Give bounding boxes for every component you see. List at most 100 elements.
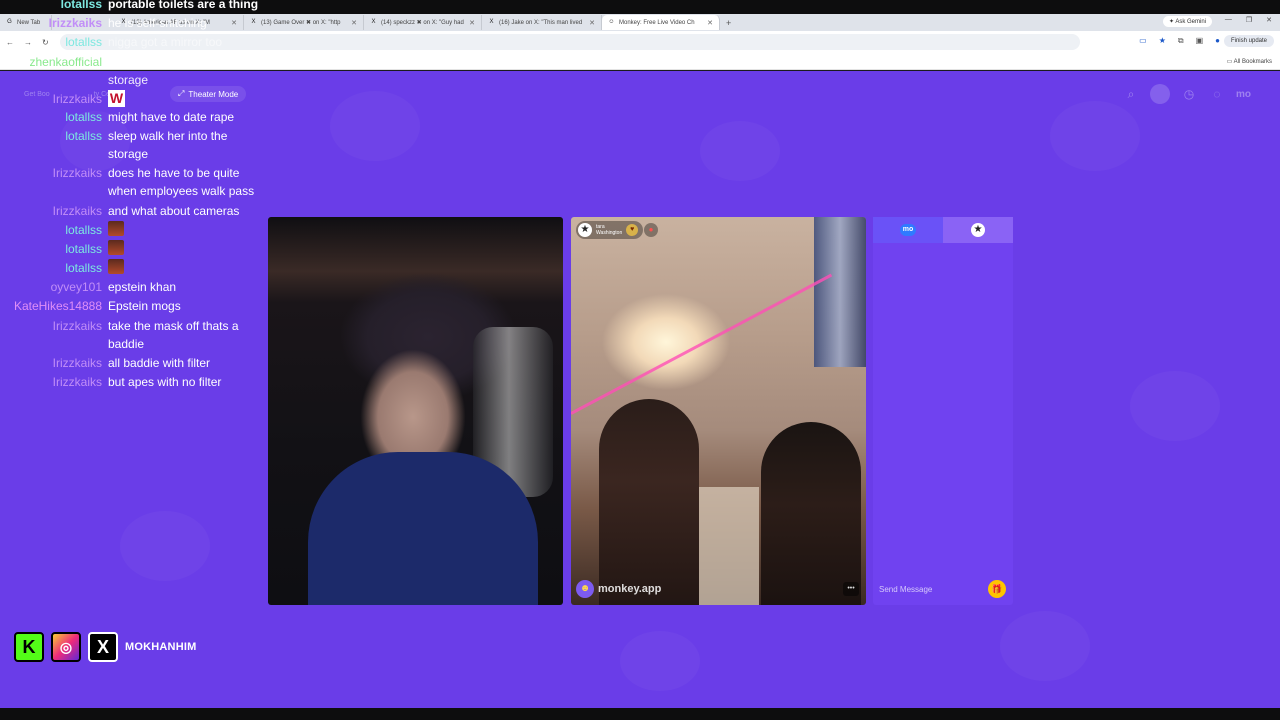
browser-tab-active[interactable]: ☺ Monkey: Free Live Video Ch ✕ bbox=[602, 15, 720, 30]
emote-image bbox=[108, 221, 124, 236]
chat-username: KateHikes14888 bbox=[13, 299, 102, 313]
close-window-icon[interactable]: ✕ bbox=[1266, 16, 1272, 24]
stranger-location: Washington bbox=[596, 230, 623, 236]
chat-username: lotallss bbox=[65, 129, 102, 143]
profile-label[interactable]: mo bbox=[1236, 89, 1251, 100]
chat-message: lotallss bbox=[0, 221, 270, 239]
close-tab-icon[interactable]: ✕ bbox=[707, 19, 713, 27]
send-message-input[interactable] bbox=[879, 584, 979, 594]
w-emote: W bbox=[108, 90, 125, 107]
chat-text: W bbox=[108, 90, 268, 108]
stranger-info: tara Washington bbox=[596, 224, 622, 236]
search-icon[interactable]: ⌕ bbox=[1122, 87, 1140, 102]
gift-icon[interactable]: 🎁 bbox=[988, 580, 1006, 598]
chat-message: oyvey101 epstein khan bbox=[0, 278, 270, 296]
chat-text: might have to date rape bbox=[108, 110, 235, 124]
ask-gemini-button[interactable]: ✦ Ask Gemini bbox=[1162, 16, 1212, 27]
instagram-logo-icon: ◎ bbox=[51, 632, 81, 662]
chat-text: and what about cameras bbox=[108, 204, 240, 218]
bookmark-star-icon[interactable]: ★ bbox=[1159, 36, 1166, 46]
stream-chat-overlay: lotallss portable toilets are a thing Ir… bbox=[0, 0, 270, 400]
chat-username: lotallss bbox=[60, 0, 102, 11]
curtain bbox=[814, 217, 866, 367]
extensions-icon[interactable]: ⧉ bbox=[1178, 36, 1184, 46]
finish-update-button[interactable]: Finish update bbox=[1223, 35, 1274, 47]
tab-title: (14) speckzz ✖ on X: "Guy had bbox=[381, 20, 464, 26]
chat-text bbox=[108, 240, 268, 260]
all-bookmarks-label: All Bookmarks bbox=[1233, 59, 1272, 65]
folder-icon: ▭ bbox=[1226, 59, 1234, 65]
star-avatar-icon: ★ bbox=[578, 223, 592, 237]
cast-icon[interactable]: ▭ bbox=[1139, 36, 1147, 46]
chat-message: Irizzkaiks all baddie with filter bbox=[0, 354, 270, 372]
restore-icon[interactable]: ❐ bbox=[1246, 16, 1252, 24]
monkey-logo-icon: ☻ bbox=[576, 580, 594, 598]
chat-panel bbox=[873, 217, 1013, 605]
tab-title: (13) Game Over ✖ on X: "http bbox=[261, 20, 341, 26]
chat-message: lotallss nigga got a mirror too bbox=[0, 33, 270, 51]
chat-username: Irizzkaiks bbox=[48, 16, 102, 30]
chat-message: Irizzkaiks does he have to be quite when… bbox=[0, 164, 270, 200]
background-pattern bbox=[700, 121, 780, 181]
chat-username: oyvey101 bbox=[50, 280, 102, 294]
history-icon[interactable]: ◷ bbox=[1180, 87, 1198, 101]
background-pattern bbox=[120, 511, 210, 581]
chat-message: Irizzkaiks take the mask off thats a bad… bbox=[0, 317, 270, 353]
chat-username: lotallss bbox=[65, 242, 102, 256]
avatar[interactable] bbox=[1150, 84, 1170, 104]
chat-text bbox=[108, 221, 268, 241]
close-tab-icon[interactable]: ✕ bbox=[589, 19, 595, 27]
tab-me[interactable]: mo bbox=[873, 217, 943, 243]
new-tab-icon[interactable]: + bbox=[720, 18, 737, 28]
tab-stranger[interactable]: ★ bbox=[943, 217, 1013, 243]
chat-icon[interactable]: ◌ bbox=[1208, 87, 1226, 101]
address-bar-icons: ▭ ★ ⧉ ▣ ● bbox=[1139, 36, 1220, 46]
browser-tab[interactable]: X (16) Jake on X: "This man lived ✕ bbox=[482, 15, 602, 30]
chat-text: Epstein mogs bbox=[108, 299, 181, 313]
split-view-icon[interactable]: ▣ bbox=[1196, 36, 1204, 46]
background-pattern bbox=[330, 91, 420, 161]
chat-message: lotallss bbox=[0, 259, 270, 277]
chat-text: nigga got a mirror too bbox=[108, 35, 223, 49]
chat-username: Irizzkaiks bbox=[52, 92, 102, 106]
chat-message: lotallss bbox=[0, 240, 270, 258]
chat-message: Irizzkaiks but apes with no filter bbox=[0, 373, 270, 391]
chat-username: Irizzkaiks bbox=[52, 319, 102, 333]
window-controls: — ❐ ✕ bbox=[1225, 16, 1272, 24]
x-logo-icon: X bbox=[371, 19, 376, 25]
background-pattern bbox=[1000, 611, 1090, 681]
chat-username: lotallss bbox=[65, 261, 102, 275]
emote-image bbox=[108, 240, 124, 255]
background-pattern bbox=[620, 631, 700, 691]
kick-logo-icon: K bbox=[14, 632, 44, 662]
close-tab-icon[interactable]: ✕ bbox=[351, 19, 357, 27]
social-links: K ◎ X MOKHANHIM bbox=[14, 632, 196, 662]
stranger-profile-badge[interactable]: ★ tara Washington ♥ bbox=[576, 221, 644, 239]
tab-title: (16) Jake on X: "This man lived bbox=[499, 19, 583, 26]
chat-text: imagine bringing a girl to the storage bbox=[108, 55, 259, 87]
all-bookmarks-button[interactable]: ▭ All Bookmarks bbox=[1227, 58, 1272, 65]
gaming-chair bbox=[473, 327, 553, 497]
social-handle: MOKHANHIM bbox=[125, 641, 197, 653]
background-pattern bbox=[1050, 101, 1140, 171]
minimize-icon[interactable]: — bbox=[1225, 16, 1232, 24]
chat-username: lotallss bbox=[65, 223, 102, 237]
chat-message: lotallss portable toilets are a thing bbox=[0, 0, 270, 13]
browser-tab[interactable]: X (14) speckzz ✖ on X: "Guy had ✕ bbox=[364, 15, 482, 30]
chat-username: Irizzkaiks bbox=[52, 375, 102, 389]
chat-username: zhenkaofficial bbox=[29, 55, 103, 69]
tab-title: Monkey: Free Live Video Ch bbox=[619, 19, 695, 26]
profile-icon[interactable]: ● bbox=[1215, 36, 1220, 46]
monkey-watermark-text: monkey.app bbox=[598, 583, 662, 595]
heart-icon[interactable]: ♥ bbox=[626, 224, 639, 236]
chat-message: Irizzkaiks W bbox=[0, 90, 270, 108]
more-options-icon[interactable]: ••• bbox=[843, 582, 859, 596]
chat-username: Irizzkaiks bbox=[52, 356, 102, 370]
close-tab-icon[interactable]: ✕ bbox=[469, 19, 475, 27]
chat-text: does he have to be quite when employees … bbox=[108, 166, 255, 198]
person bbox=[761, 422, 861, 605]
chat-username: lotallss bbox=[65, 35, 102, 49]
report-icon[interactable]: ● bbox=[644, 223, 658, 237]
chat-username: Irizzkaiks bbox=[52, 204, 102, 218]
background-pattern bbox=[1130, 371, 1220, 441]
